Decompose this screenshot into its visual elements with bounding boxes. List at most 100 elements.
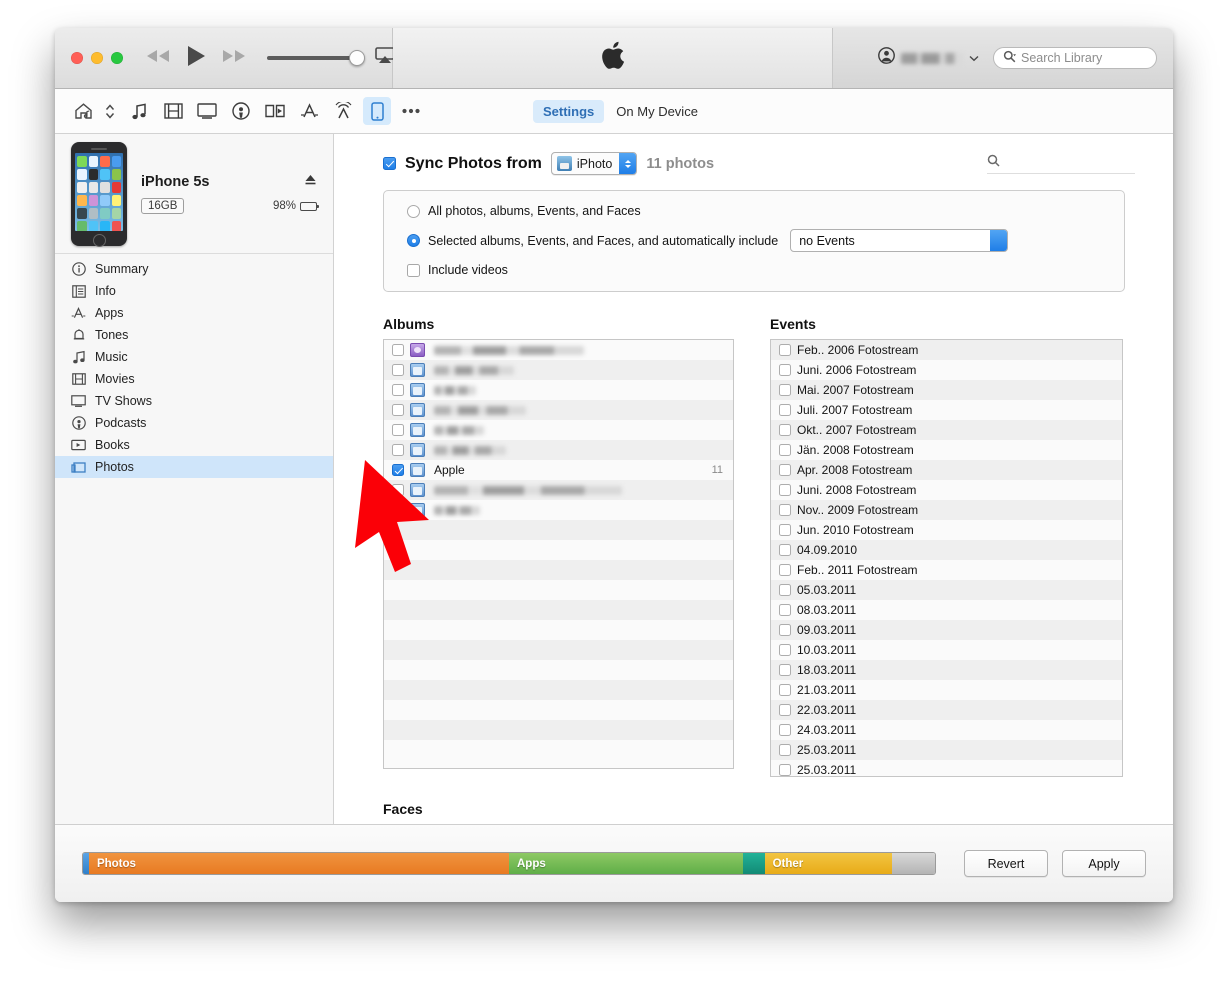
apply-button[interactable]: Apply	[1062, 850, 1146, 877]
sidebar-item-apps[interactable]: Apps	[55, 302, 333, 324]
event-row[interactable]: 10.03.2011	[771, 640, 1122, 660]
event-checkbox[interactable]	[779, 664, 791, 676]
event-row[interactable]: 25.03.2011	[771, 760, 1122, 776]
radio-icon[interactable]	[329, 97, 357, 125]
album-checkbox[interactable]	[392, 484, 404, 496]
sidebar-list[interactable]: Summary Info Apps Tones Music Movies TV …	[55, 254, 333, 478]
tab-on-my-device[interactable]: On My Device	[606, 100, 708, 123]
include-videos-checkbox[interactable]	[407, 263, 420, 277]
book-icon[interactable]	[261, 97, 289, 125]
revert-button[interactable]: Revert	[964, 850, 1048, 877]
media-kind-icons[interactable]	[69, 97, 431, 125]
event-row[interactable]: 08.03.2011	[771, 600, 1122, 620]
fast-forward-icon[interactable]	[221, 48, 247, 69]
albums-list[interactable]: Apple 11	[383, 339, 734, 769]
tv-icon[interactable]	[193, 97, 221, 125]
close-button[interactable]	[71, 52, 83, 64]
events-list[interactable]: Feb.. 2006 Fotostream Juni. 2006 Fotostre…	[770, 339, 1123, 777]
album-row[interactable]	[384, 420, 733, 440]
album-checkbox[interactable]	[392, 364, 404, 376]
sync-photos-checkbox[interactable]	[383, 157, 396, 170]
event-checkbox[interactable]	[779, 484, 791, 496]
option-include-videos[interactable]: Include videos	[407, 263, 1124, 277]
account-menu[interactable]	[878, 47, 979, 69]
film-icon[interactable]	[159, 97, 187, 125]
event-row[interactable]: 09.03.2011	[771, 620, 1122, 640]
event-checkbox[interactable]	[779, 524, 791, 536]
event-row[interactable]: Jun. 2010 Fotostream	[771, 520, 1122, 540]
play-icon[interactable]	[185, 44, 207, 73]
more-ellipsis-icon[interactable]	[397, 97, 425, 125]
album-row[interactable]	[384, 340, 733, 360]
album-checkbox[interactable]	[392, 444, 404, 456]
event-row[interactable]: Feb.. 2006 Fotostream	[771, 340, 1122, 360]
event-checkbox[interactable]	[779, 424, 791, 436]
album-row[interactable]: Apple 11	[384, 460, 733, 480]
event-row[interactable]: Juni. 2006 Fotostream	[771, 360, 1122, 380]
album-row[interactable]	[384, 380, 733, 400]
sidebar-item-photos[interactable]: Photos	[55, 456, 333, 478]
radio-selected-albums[interactable]	[407, 234, 420, 247]
event-row[interactable]: Juni. 2008 Fotostream	[771, 480, 1122, 500]
popup-arrows-icon[interactable]	[619, 153, 637, 174]
album-checkbox[interactable]	[392, 504, 404, 516]
event-checkbox[interactable]	[779, 764, 791, 776]
transport-controls[interactable]	[145, 44, 247, 73]
event-row[interactable]: Jän. 2008 Fotostream	[771, 440, 1122, 460]
sidebar-item-info[interactable]: Info	[55, 280, 333, 302]
event-checkbox[interactable]	[779, 644, 791, 656]
settings-tabs[interactable]: Settings On My Device	[533, 99, 708, 123]
sidebar-item-books[interactable]: Books	[55, 434, 333, 456]
event-row[interactable]: 24.03.2011	[771, 720, 1122, 740]
event-checkbox[interactable]	[779, 444, 791, 456]
device-card[interactable]: iPhone 5s 16GB 98%	[55, 134, 333, 254]
minimize-button[interactable]	[91, 52, 103, 64]
airplay-icon[interactable]	[375, 47, 395, 69]
event-checkbox[interactable]	[779, 724, 791, 736]
zoom-button[interactable]	[111, 52, 123, 64]
event-checkbox[interactable]	[779, 604, 791, 616]
home-icon[interactable]	[69, 97, 97, 125]
sidebar-item-podcasts[interactable]: Podcasts	[55, 412, 333, 434]
event-row[interactable]: Juli. 2007 Fotostream	[771, 400, 1122, 420]
option-selected-albums[interactable]: Selected albums, Events, and Faces, and …	[407, 229, 1124, 252]
auto-include-popup[interactable]: no Events	[790, 229, 1009, 252]
event-checkbox[interactable]	[779, 564, 791, 576]
album-checkbox[interactable]	[392, 344, 404, 356]
sidebar-item-tv-shows[interactable]: TV Shows	[55, 390, 333, 412]
photo-source-popup[interactable]: iPhoto	[550, 152, 638, 175]
event-checkbox[interactable]	[779, 744, 791, 756]
event-row[interactable]: 21.03.2011	[771, 680, 1122, 700]
rewind-icon[interactable]	[145, 48, 171, 69]
event-checkbox[interactable]	[779, 544, 791, 556]
podcast-icon[interactable]	[227, 97, 255, 125]
event-checkbox[interactable]	[779, 384, 791, 396]
photos-search-field[interactable]	[987, 153, 1135, 174]
album-checkbox[interactable]	[392, 424, 404, 436]
sidebar-item-music[interactable]: Music	[55, 346, 333, 368]
album-row[interactable]	[384, 440, 733, 460]
event-checkbox[interactable]	[779, 464, 791, 476]
album-row[interactable]	[384, 400, 733, 420]
event-checkbox[interactable]	[779, 584, 791, 596]
action-buttons[interactable]: Revert Apply	[964, 850, 1146, 877]
album-row[interactable]	[384, 360, 733, 380]
event-checkbox[interactable]	[779, 624, 791, 636]
event-row[interactable]: 04.09.2010	[771, 540, 1122, 560]
event-checkbox[interactable]	[779, 684, 791, 696]
iphone-device-icon[interactable]	[363, 97, 391, 125]
event-row[interactable]: 25.03.2011	[771, 740, 1122, 760]
popup-arrows-icon[interactable]	[990, 230, 1008, 251]
radio-all-photos[interactable]	[407, 204, 420, 218]
updown-chevrons-icon[interactable]	[103, 97, 117, 125]
event-row[interactable]: Okt.. 2007 Fotostream	[771, 420, 1122, 440]
eject-icon[interactable]	[304, 173, 317, 191]
album-checkbox[interactable]	[392, 464, 404, 476]
event-row[interactable]: Nov.. 2009 Fotostream	[771, 500, 1122, 520]
event-row[interactable]: 22.03.2011	[771, 700, 1122, 720]
album-row[interactable]	[384, 480, 733, 500]
event-row[interactable]: Feb.. 2011 Fotostream	[771, 560, 1122, 580]
event-row[interactable]: 05.03.2011	[771, 580, 1122, 600]
traffic-lights[interactable]	[71, 52, 123, 64]
album-row[interactable]	[384, 500, 733, 520]
